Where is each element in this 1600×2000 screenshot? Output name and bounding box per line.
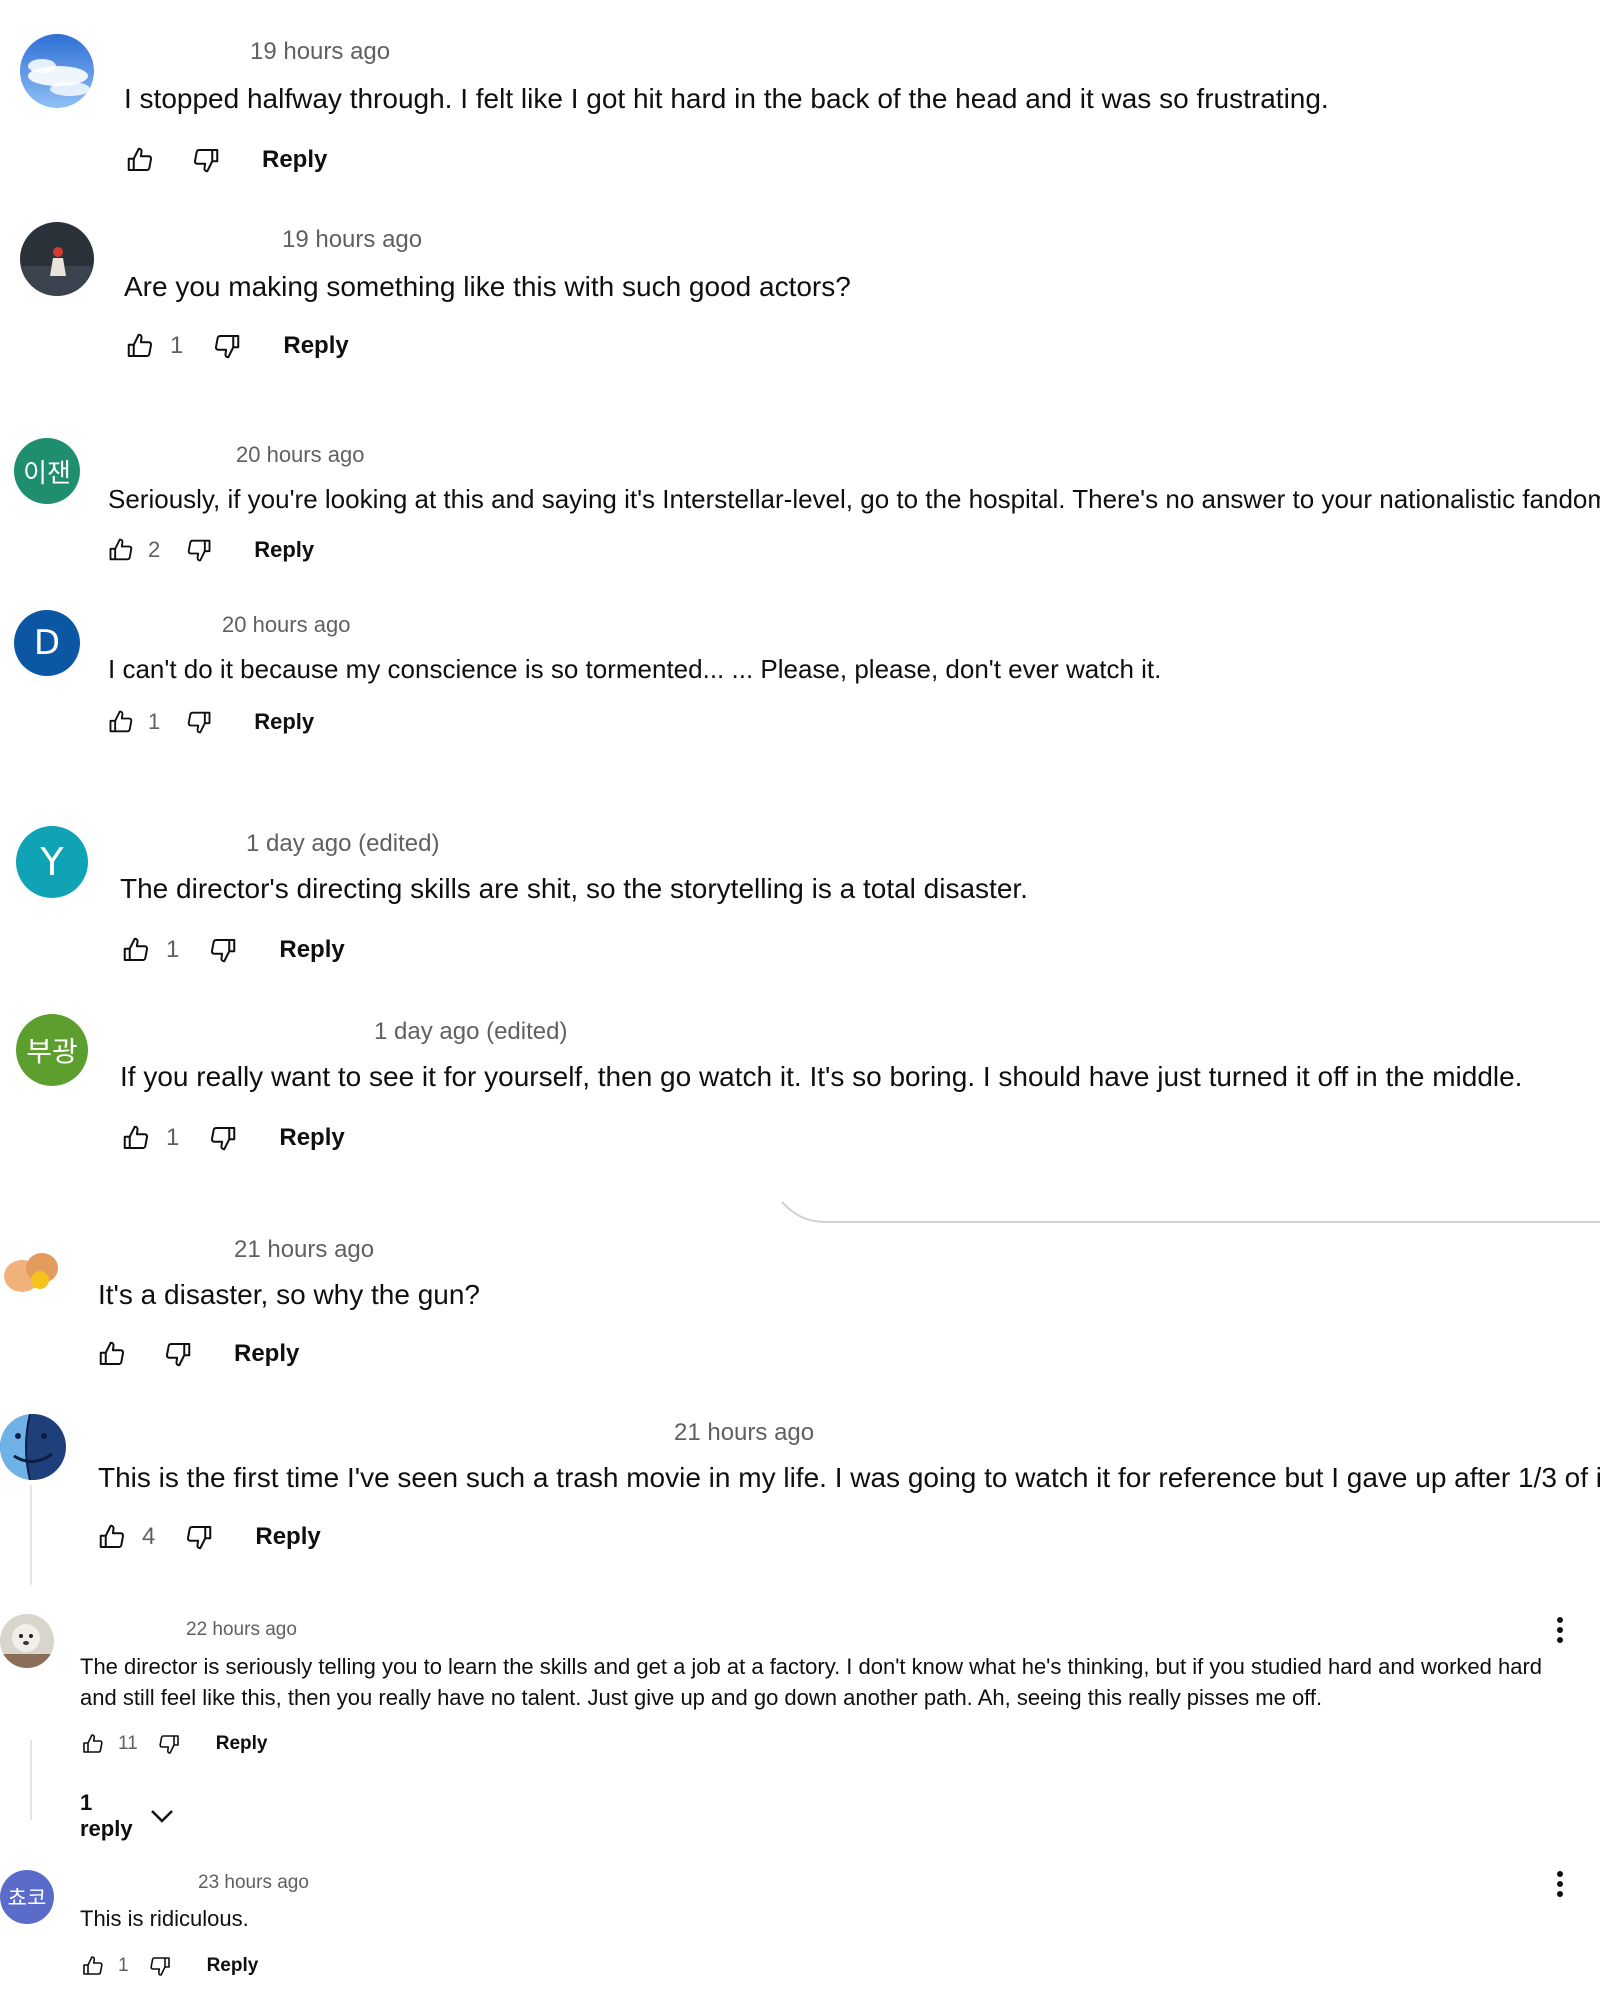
reply-button[interactable]: Reply — [207, 1955, 259, 1977]
reply-button[interactable]: Reply — [254, 537, 314, 563]
comment-actions: 1 Reply — [120, 1118, 345, 1158]
avatar[interactable] — [0, 1414, 66, 1480]
reply-button[interactable]: Reply — [216, 1733, 268, 1755]
avatar[interactable] — [20, 34, 94, 108]
comment-timestamp: 20 hours ago — [222, 612, 351, 637]
comment-timestamp: 21 hours ago — [674, 1419, 815, 1446]
comment-actions: 2 Reply — [106, 532, 314, 568]
reply-button[interactable]: Reply — [283, 332, 348, 360]
avatar-initials: Y — [40, 840, 64, 884]
comment-timestamp: 22 hours ago — [186, 1619, 297, 1640]
reply-button[interactable]: Reply — [262, 146, 327, 174]
like-count: 2 — [148, 537, 161, 562]
avatar[interactable] — [0, 1614, 54, 1668]
comment-text: This is ridiculous. — [80, 1906, 249, 1931]
comment-timestamp: 1 day ago (edited) — [374, 1018, 568, 1045]
comment-actions: 1 Reply — [80, 1950, 258, 1982]
avatar[interactable]: 이잰 — [14, 438, 80, 504]
thumbs-up-icon[interactable] — [96, 1338, 128, 1370]
thumbs-down-icon[interactable] — [211, 330, 243, 362]
view-replies-button[interactable]: 1 reply — [80, 1790, 175, 1841]
comment-actions: 11 Reply — [80, 1728, 267, 1760]
comment-actions: 4 Reply — [96, 1517, 321, 1557]
thread-divider — [781, 1201, 1600, 1223]
thumbs-up-icon[interactable] — [120, 934, 152, 966]
comment-timestamp: 19 hours ago — [250, 38, 391, 65]
comment-actions: Reply — [124, 140, 327, 180]
thumbs-down-icon[interactable] — [162, 1338, 194, 1370]
comment-timestamp: 1 day ago (edited) — [246, 830, 440, 857]
like-count: 1 — [166, 1124, 180, 1151]
reply-button[interactable]: Reply — [234, 1340, 299, 1368]
thumbs-down-icon[interactable] — [190, 144, 222, 176]
like-count: 1 — [170, 332, 184, 359]
comment-timestamp: 21 hours ago — [234, 1236, 375, 1263]
comment-text: Are you making something like this with … — [124, 271, 851, 302]
thumbs-up-icon[interactable] — [80, 1953, 106, 1979]
avatar-initials: D — [33, 623, 61, 663]
comment-text: The director's directing skills are shit… — [120, 873, 1028, 904]
replies-count-label: 1 reply — [80, 1790, 133, 1841]
thumbs-up-icon[interactable] — [120, 1122, 152, 1154]
avatar-initials: 이잰 — [23, 458, 71, 489]
avatar-initials: 쵸코 — [7, 1886, 47, 1910]
thumbs-down-icon[interactable] — [207, 1122, 239, 1154]
comment-actions: 1 Reply — [106, 704, 314, 740]
thumbs-up-icon[interactable] — [124, 330, 156, 362]
thumbs-down-icon[interactable] — [207, 934, 239, 966]
comment-actions: Reply — [96, 1334, 299, 1374]
comment-text: If you really want to see it for yoursel… — [120, 1061, 1523, 1092]
comment-timestamp: 20 hours ago — [236, 442, 365, 467]
thumbs-down-icon[interactable] — [147, 1953, 173, 1979]
comment-actions: 1 Reply — [120, 930, 345, 970]
more-vert-icon[interactable] — [1548, 1868, 1572, 1900]
comment-actions: 1 Reply — [124, 326, 349, 366]
comment-timestamp: 23 hours ago — [198, 1872, 309, 1893]
thumbs-up-icon[interactable] — [96, 1521, 128, 1553]
thread-line — [30, 1485, 32, 1585]
comment-text: I stopped halfway through. I felt like I… — [124, 83, 1329, 114]
comment-text: It's a disaster, so why the gun? — [98, 1279, 481, 1310]
avatar[interactable] — [0, 1240, 64, 1304]
avatar[interactable] — [20, 222, 94, 296]
comment-text: Seriously, if you're looking at this and… — [108, 484, 1600, 514]
reply-button[interactable]: Reply — [254, 709, 314, 735]
thumbs-up-icon[interactable] — [106, 535, 136, 565]
like-count: 4 — [142, 1523, 156, 1550]
thumbs-up-icon[interactable] — [80, 1731, 106, 1757]
more-vert-icon[interactable] — [1548, 1614, 1572, 1646]
like-count: 1 — [166, 936, 180, 963]
reply-button[interactable]: Reply — [279, 1124, 344, 1152]
like-count: 1 — [118, 1955, 129, 1976]
thumbs-down-icon[interactable] — [156, 1731, 182, 1757]
comment-text: The director is seriously telling you to… — [80, 1654, 1543, 1710]
comment-text: I can't do it because my conscience is s… — [108, 654, 1162, 684]
thumbs-up-icon[interactable] — [124, 144, 156, 176]
reply-button[interactable]: Reply — [255, 1523, 320, 1551]
avatar[interactable]: Y — [16, 826, 88, 898]
like-count: 1 — [148, 709, 161, 734]
comment-text: This is the first time I've seen such a … — [98, 1462, 1600, 1493]
chevron-down-icon — [149, 1807, 175, 1825]
avatar[interactable]: D — [14, 610, 80, 676]
reply-button[interactable]: Reply — [279, 936, 344, 964]
thumbs-down-icon[interactable] — [184, 707, 214, 737]
thread-line — [30, 1740, 32, 1820]
avatar[interactable]: 부광 — [16, 1014, 88, 1086]
like-count: 11 — [118, 1733, 138, 1754]
comment-timestamp: 19 hours ago — [282, 226, 423, 253]
thumbs-down-icon[interactable] — [184, 535, 214, 565]
thumbs-up-icon[interactable] — [106, 707, 136, 737]
avatar[interactable]: 쵸코 — [0, 1870, 54, 1924]
thumbs-down-icon[interactable] — [183, 1521, 215, 1553]
avatar-initials: 부광 — [26, 1035, 78, 1068]
